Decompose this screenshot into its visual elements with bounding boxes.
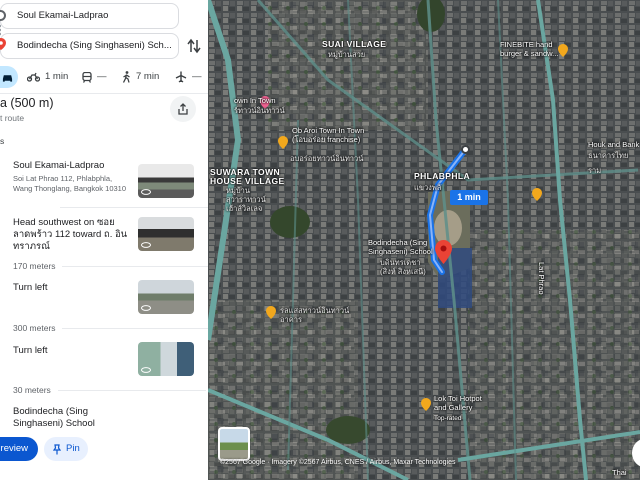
street-view-thumbnail[interactable] <box>138 280 194 314</box>
map-label-school: Bodindecha (Sing Singhaseni) School <box>368 238 433 256</box>
restaurant-poi-icon[interactable] <box>421 398 431 411</box>
transit-icon <box>82 71 92 83</box>
map-label-town-in-town-th: ร์ทาวน์อินทาวน์ <box>234 106 285 115</box>
step-title: Turn left <box>13 345 48 356</box>
restaurant-poi-icon[interactable] <box>266 306 276 319</box>
step-item[interactable]: Soul Ekamai-Ladprao Soi Lat Phrao 112, P… <box>13 160 133 194</box>
route-summary-subtitle: t route <box>0 113 25 123</box>
pin-button[interactable]: Pin <box>44 437 88 461</box>
pin-button-label: Pin <box>66 443 80 454</box>
street-view-360-icon <box>141 242 151 248</box>
map-label-suwara-village-th: หมู่บ้าน สุวาราทาวน์ เฮ้าส์วิลเลจ <box>226 186 266 213</box>
map-label-lat-phrao-th: ราม <box>588 166 602 175</box>
step-item[interactable]: Turn left <box>13 282 133 294</box>
origin-input[interactable]: Soul Ekamai-Ladprao <box>0 3 179 29</box>
mode-transit-label: — <box>97 71 107 82</box>
destination-pin-icon[interactable] <box>435 240 452 264</box>
divider <box>58 390 206 391</box>
step-distance: 170 meters <box>13 261 56 271</box>
divider <box>62 266 208 267</box>
map-label-phlabphla: PHLABPHLA <box>414 171 471 181</box>
map-label-lok-toi-rating: Top-rated <box>434 415 462 422</box>
step-item[interactable]: Turn left <box>13 345 133 357</box>
destination-input[interactable]: Bodindecha (Sing Singhaseni) Sch... <box>0 33 179 59</box>
step-title: Head southwest on ซอยลาดพร้าว 112 toward… <box>13 217 128 252</box>
directions-panel: Soul Ekamai-Ladprao Bodindecha (Sing Sin… <box>0 0 208 480</box>
map-label-lok-toi: Lok Toi Hotpot and Gallery <box>434 394 482 412</box>
swap-icon[interactable] <box>186 37 202 55</box>
restaurant-poi-icon[interactable] <box>558 44 568 57</box>
destination-pin-icon <box>0 38 6 50</box>
restaurant-poi-icon[interactable] <box>532 188 542 201</box>
route-dots-icon <box>0 24 1 36</box>
share-button[interactable] <box>170 96 196 122</box>
pin-icon <box>53 443 61 454</box>
step-distance: 30 meters <box>13 385 51 395</box>
mode-drive-tab[interactable] <box>0 66 18 88</box>
step-item[interactable]: Bodindecha (Sing Singhaseni) School <box>13 406 133 430</box>
steps-section-label: s <box>0 136 5 146</box>
route-summary-distance: a (500 m) <box>0 96 54 110</box>
step-title: Soul Ekamai-Ladprao <box>13 160 105 171</box>
mode-walk-tab[interactable]: 7 min <box>122 66 159 88</box>
divider <box>62 328 208 329</box>
street-view-thumbnail[interactable] <box>138 164 194 198</box>
street-view-360-icon <box>141 189 151 195</box>
mode-flight-label: — <box>192 71 202 82</box>
map-label-suai-village: SUAI VILLAGE <box>322 39 387 49</box>
route-eta-badge[interactable]: 1 min <box>450 190 488 205</box>
step-title: Turn left <box>13 282 48 293</box>
satellite-map[interactable]: 1 min SUAI VILLAGE หมู่บ้านสวย FINEBITE … <box>208 0 640 480</box>
step-item[interactable]: Head southwest on ซอยลาดพร้าว 112 toward… <box>13 217 133 253</box>
map-attribution: ©2567 Google · Imagery ©2567 Airbus, CNE… <box>220 459 456 466</box>
map-label-phlabphla-th: แขวงพลั <box>414 183 442 192</box>
car-icon <box>2 74 13 82</box>
map-label-suwara-village: SUWARA TOWN HOUSE VILLAGE <box>210 167 285 186</box>
step-distance: 300 meters <box>13 323 56 333</box>
preview-button[interactable]: Preview <box>0 437 38 461</box>
map-label-finebite: FINEBITE hand burger & sandw... <box>500 40 559 58</box>
mode-flight-tab[interactable]: — <box>175 66 202 88</box>
mode-motorcycle-label: 1 min <box>45 71 69 82</box>
motorcycle-icon <box>27 72 40 82</box>
walk-icon <box>122 71 130 83</box>
travel-mode-bar: 1 min — 7 min — <box>0 60 208 94</box>
mode-motorcycle-tab[interactable]: 1 min <box>27 66 68 88</box>
map-label-town-in-town: own In Town <box>234 96 276 105</box>
step-title: Bodindecha (Sing Singhaseni) School <box>13 406 95 429</box>
route-origin-marker[interactable] <box>461 145 470 154</box>
restaurant-poi-icon[interactable] <box>278 136 288 149</box>
map-label-town-in-town-tail: รลแสสทาวน์อินทาวน์ อาคาร <box>280 306 350 324</box>
street-view-360-icon <box>141 367 151 373</box>
map-label-suai-village-th: หมู่บ้านสวย <box>328 50 366 59</box>
flight-icon <box>175 71 187 83</box>
map-label-ob-aroi: Ob Aroi Town In Town (โอบอร่อย franchise… <box>292 126 365 144</box>
share-icon <box>178 103 188 115</box>
step-address: Soi Lat Phrao 112, Phlabphla, Wang Thong… <box>13 174 127 193</box>
map-label-huok-bank-th: ธนาคารไทย <box>588 151 629 160</box>
street-view-360-icon <box>141 305 151 311</box>
street-view-thumbnail[interactable] <box>138 217 194 251</box>
map-label-huok-bank: Houk and Bank <box>588 140 640 149</box>
divider <box>60 207 208 208</box>
map-label-school-th: บดินทรเดชา (สิงห์ สิงหเสนี) <box>380 258 426 276</box>
street-view-thumbnail[interactable] <box>138 342 194 376</box>
street-view-preview[interactable] <box>218 427 250 461</box>
map-label-ob-aroi-th: อบอร่อยทาวน์อินทาวน์ <box>290 154 364 163</box>
mode-walk-label: 7 min <box>136 71 160 82</box>
map-label-thai: Thai <box>612 468 627 477</box>
map-label-street: Lat Phrao <box>537 262 546 295</box>
mode-transit-tab[interactable]: — <box>82 66 107 88</box>
